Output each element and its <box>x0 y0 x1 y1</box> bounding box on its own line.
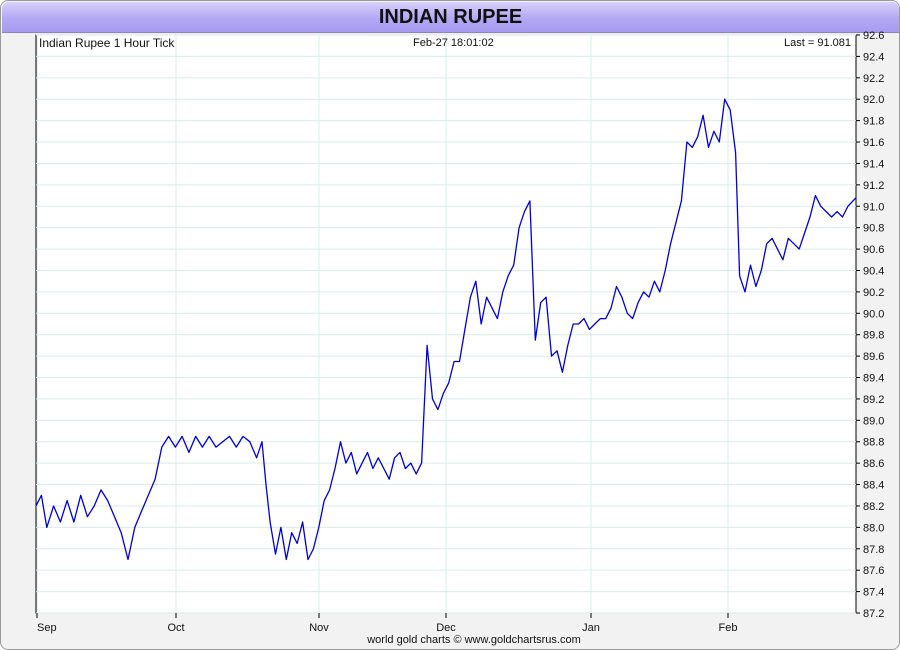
chart-title: Indian Rupee 1 Hour Tick <box>39 36 175 50</box>
y-tick-label: 89.6 <box>863 351 884 363</box>
y-tick-label: 87.4 <box>863 587 884 599</box>
x-tick-label: Oct <box>167 622 184 634</box>
y-tick-label: 91.4 <box>863 158 884 170</box>
y-tick-label: 88.0 <box>863 522 884 534</box>
x-axis-ticks: Sep Oct Nov Dec Jan Feb <box>36 613 738 634</box>
x-tick-label: Nov <box>309 622 329 634</box>
y-tick-label: 91.0 <box>863 201 884 213</box>
timestamp-label: Feb-27 18:01:02 <box>413 37 494 49</box>
y-tick-label: 89.8 <box>863 330 884 342</box>
y-tick-label: 88.6 <box>863 458 884 470</box>
x-tick-label: Jan <box>582 622 600 634</box>
y-tick-label: 88.4 <box>863 480 884 492</box>
y-tick-label: 89.2 <box>863 394 884 406</box>
y-tick-label: 89.0 <box>863 415 884 427</box>
y-tick-label: 88.2 <box>863 501 884 513</box>
y-tick-label: 91.8 <box>863 116 884 128</box>
x-tick-label: Sep <box>37 622 57 634</box>
y-tick-label: 87.6 <box>863 565 884 577</box>
y-tick-label: 90.4 <box>863 265 884 277</box>
y-tick-label: 90.0 <box>863 308 884 320</box>
last-value-label: Last = 91.081 <box>784 37 851 49</box>
y-tick-label: 91.2 <box>863 180 884 192</box>
y-tick-label: 92.4 <box>863 51 884 63</box>
footer-credit: world gold charts © www.goldchartsrus.co… <box>366 634 581 646</box>
y-axis-ticks: 87.2 87.4 87.6 87.8 88.0 88.2 88.4 88.6 88.8 89.0… <box>856 30 884 620</box>
y-tick-label: 87.8 <box>863 544 884 556</box>
rupee-line-chart: 87.2 87.4 87.6 87.8 88.0 88.2 88.4 88.6 88.8 89.0… <box>35 30 884 646</box>
y-tick-label: 90.8 <box>863 223 884 235</box>
x-tick-label: Dec <box>436 622 456 634</box>
y-tick-label: 92.0 <box>863 94 884 106</box>
y-tick-label: 88.8 <box>863 437 884 449</box>
y-tick-label: 90.6 <box>863 244 884 256</box>
x-tick-label: Feb <box>719 622 738 634</box>
y-tick-label: 89.4 <box>863 373 884 385</box>
y-tick-label: 92.6 <box>863 30 884 42</box>
y-tick-label: 91.6 <box>863 137 884 149</box>
y-tick-label: 87.2 <box>863 608 884 620</box>
y-tick-label: 92.2 <box>863 73 884 85</box>
y-tick-label: 90.2 <box>863 287 884 299</box>
